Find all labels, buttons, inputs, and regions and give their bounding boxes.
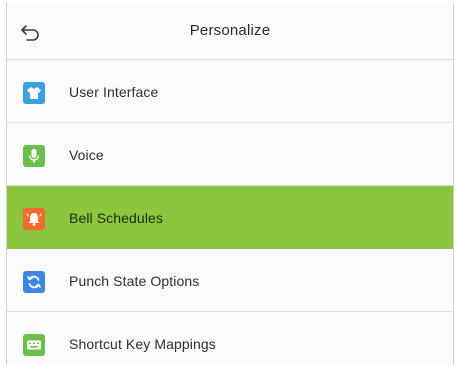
refresh-icon	[23, 271, 45, 293]
menu-item-voice[interactable]: Voice	[7, 123, 453, 186]
header-bar: Personalize	[7, 2, 453, 60]
bell-icon	[23, 208, 45, 230]
menu-item-label: User Interface	[69, 84, 159, 100]
menu-item-label: Voice	[69, 147, 104, 163]
menu-item-label: Bell Schedules	[69, 210, 164, 226]
menu-item-label: Punch State Options	[69, 273, 200, 289]
menu-item-label: Shortcut Key Mappings	[69, 336, 216, 352]
menu-item-bell-schedules[interactable]: Bell Schedules	[7, 186, 453, 249]
personalize-menu: User Interface Voice Bell Schedules Punc…	[7, 60, 453, 365]
menu-item-shortcut-key-mappings[interactable]: Shortcut Key Mappings	[7, 312, 453, 365]
page-title: Personalize	[189, 22, 271, 39]
menu-item-punch-state-options[interactable]: Punch State Options	[7, 249, 453, 312]
microphone-icon	[23, 145, 45, 167]
app-frame: Personalize User Interface Voice Bell Sc…	[6, 2, 454, 365]
keyboard-icon	[23, 334, 45, 356]
menu-item-user-interface[interactable]: User Interface	[7, 60, 453, 123]
shirt-icon	[23, 82, 45, 104]
